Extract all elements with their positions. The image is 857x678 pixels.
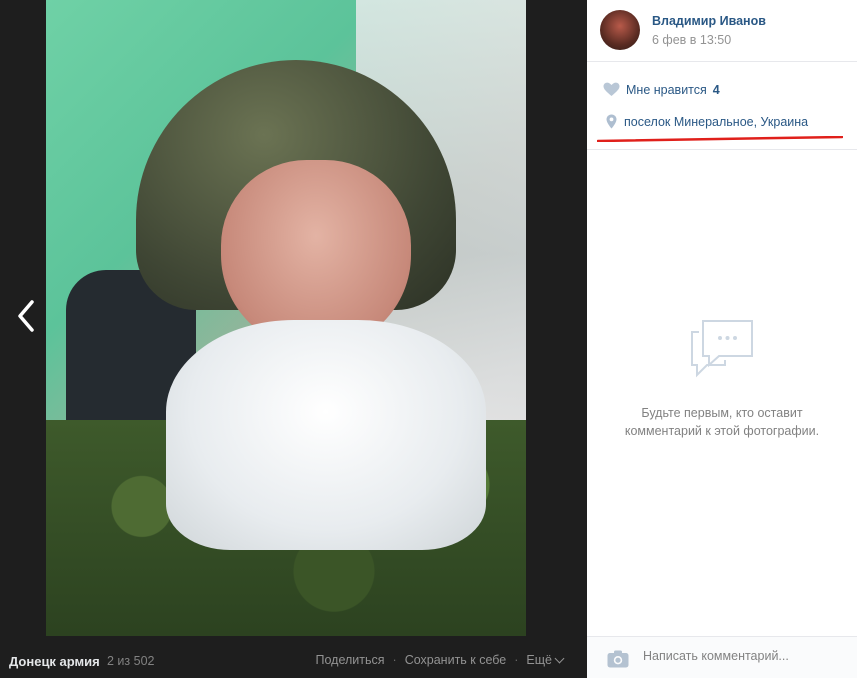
author-header: Владимир Иванов 6 фев в 13:50	[587, 0, 857, 62]
empty-comments-line1: Будьте первым, кто оставит	[641, 406, 803, 420]
like-button[interactable]: Мне нравится 4	[603, 82, 720, 97]
photo-viewer: Донецк армия 2 из 502 Поделиться · Сохра…	[0, 0, 857, 678]
album-name-link[interactable]: Донецк армия	[9, 654, 100, 669]
share-button[interactable]: Поделиться	[315, 653, 384, 667]
avatar[interactable]	[600, 10, 640, 50]
photo-pane: Донецк армия 2 из 502 Поделиться · Сохра…	[0, 0, 587, 678]
red-annotation-underline	[597, 136, 843, 142]
photo-meta: Мне нравится 4 поселок Минеральное, Укра…	[587, 63, 857, 150]
chevron-down-icon	[554, 653, 565, 664]
separator-dot: ·	[392, 653, 397, 667]
photo-actions: Поделиться · Сохранить к себе · Ещё	[315, 653, 565, 667]
location-link[interactable]: поселок Минеральное, Украина	[606, 114, 808, 129]
separator-dot: ·	[514, 653, 519, 667]
author-name-link[interactable]: Владимир Иванов	[652, 14, 766, 28]
empty-comments: Будьте первым, кто оставит комментарий к…	[587, 320, 857, 440]
comment-bar	[587, 636, 857, 678]
photo-cloth	[166, 320, 486, 550]
location-pin-icon	[606, 114, 617, 129]
heart-icon	[603, 82, 620, 96]
save-button[interactable]: Сохранить к себе	[405, 653, 507, 667]
photo-counter: 2 из 502	[107, 654, 155, 668]
comment-input[interactable]	[643, 649, 843, 663]
empty-comments-line2: комментарий к этой фотографии.	[624, 424, 820, 438]
camera-icon[interactable]	[607, 650, 629, 668]
photo[interactable]	[46, 0, 526, 636]
comments-bubble-icon	[691, 320, 753, 378]
chevron-left-icon	[18, 300, 34, 332]
post-date[interactable]: 6 фев в 13:50	[652, 33, 731, 47]
more-label: Ещё	[526, 653, 552, 667]
like-label: Мне нравится	[626, 82, 707, 97]
previous-photo-button[interactable]	[12, 298, 42, 334]
empty-comments-text: Будьте первым, кто оставит комментарий к…	[587, 404, 857, 440]
sidebar: Владимир Иванов 6 фев в 13:50 Мне нравит…	[587, 0, 857, 678]
more-button[interactable]: Ещё	[526, 653, 565, 667]
location-label: поселок Минеральное, Украина	[624, 114, 809, 129]
like-count: 4	[712, 82, 720, 97]
